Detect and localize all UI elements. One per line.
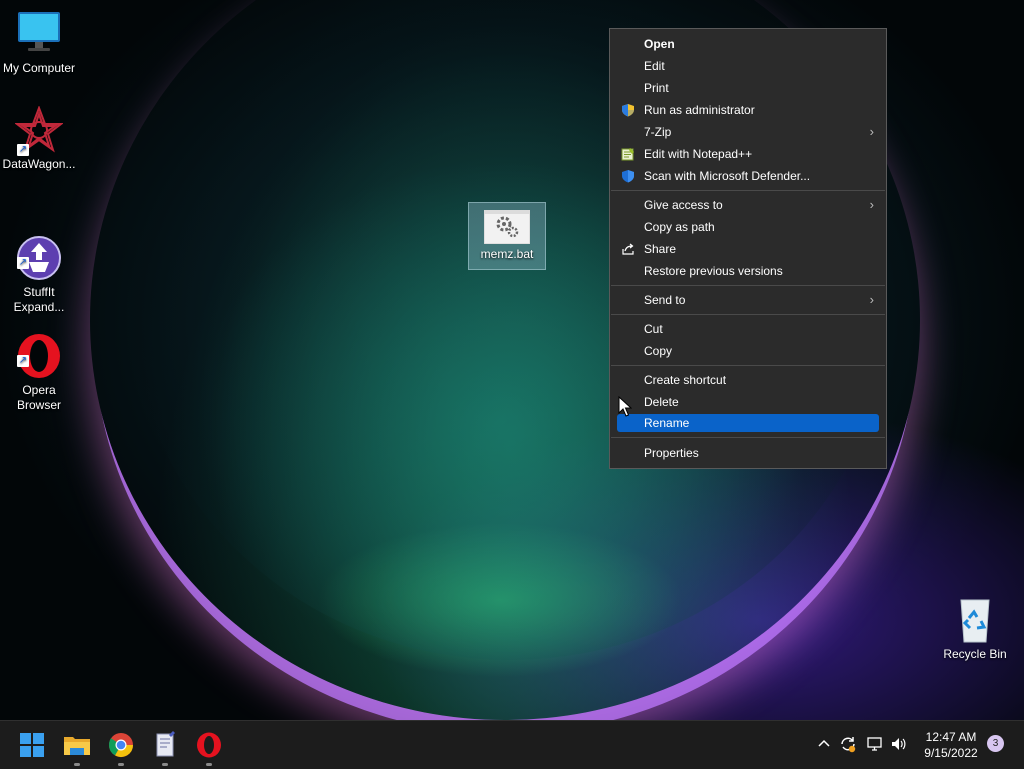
desktop-icon-label: Opera Browser (16, 383, 61, 412)
menu-item-scan-defender[interactable]: Scan with Microsoft Defender... (617, 166, 879, 186)
stuffit-expander-icon: ↗ (15, 219, 63, 280)
desktop-icon-my-computer[interactable]: My Computer (0, 10, 78, 76)
menu-item-label: Create shortcut (644, 373, 727, 387)
notepad-plus-plus-icon (621, 147, 635, 161)
menu-item-print[interactable]: Print (617, 78, 879, 98)
menu-item-label: Properties (644, 446, 699, 460)
volume-icon[interactable] (890, 735, 908, 753)
sync-update-icon[interactable] (839, 735, 857, 753)
menu-separator (611, 190, 885, 191)
menu-item-edit[interactable]: Edit (617, 56, 879, 76)
opera-icon[interactable] (193, 729, 225, 761)
recycle-bin-icon (951, 596, 999, 644)
desktop-icon-label: Recycle Bin (943, 647, 1007, 661)
network-ethernet-icon[interactable] (866, 735, 884, 753)
menu-item-rename[interactable]: Rename (617, 414, 879, 432)
menu-item-label: Rename (644, 416, 690, 430)
opera-icon: ↗ (15, 317, 63, 378)
windows-start-icon[interactable] (16, 729, 48, 761)
menu-separator (611, 365, 885, 366)
menu-item-delete[interactable]: Delete (617, 392, 879, 412)
notepad-app-icon[interactable] (149, 729, 181, 761)
menu-separator (611, 314, 885, 315)
menu-item-label: Restore previous versions (644, 264, 783, 278)
menu-item-label: Copy (644, 344, 673, 358)
menu-separator (611, 437, 885, 438)
mouse-cursor-icon (618, 395, 633, 418)
chevron-up-icon[interactable] (815, 735, 833, 753)
menu-item-share[interactable]: Share (617, 239, 879, 259)
menu-item-create-shortcut[interactable]: Create shortcut (617, 370, 879, 390)
desktop-icon-opera[interactable]: ↗ Opera Browser (0, 302, 78, 428)
menu-item-label: Run as administrator (644, 103, 755, 117)
menu-item-label: Scan with Microsoft Defender... (644, 169, 811, 183)
share-icon (621, 242, 635, 256)
menu-item-edit-notepad-plus-plus[interactable]: Edit with Notepad++ (617, 144, 879, 164)
menu-item-label: Give access to (644, 198, 723, 212)
desktop-icon-recycle-bin[interactable]: Recycle Bin (936, 596, 1014, 662)
defender-shield-icon (621, 169, 635, 183)
menu-item-label: Edit (644, 59, 665, 73)
clock-time: 12:47 AM (925, 730, 977, 744)
chrome-icon[interactable] (105, 729, 137, 761)
menu-item-restore-previous-versions[interactable]: Restore previous versions (617, 261, 879, 281)
batch-file-gear-icon (483, 209, 531, 245)
menu-item-copy[interactable]: Copy (617, 341, 879, 361)
menu-item-7zip[interactable]: 7-Zip › (617, 122, 879, 142)
menu-item-label: 7-Zip (644, 125, 672, 139)
submenu-arrow-icon: › (869, 197, 874, 212)
menu-item-copy-as-path[interactable]: Copy as path (617, 217, 879, 237)
menu-item-open[interactable]: Open (617, 34, 879, 54)
shortcut-arrow-icon: ↗ (17, 144, 29, 156)
clock-date: 9/15/2022 (924, 746, 978, 760)
menu-item-label: Send to (644, 293, 686, 307)
menu-item-label: Print (644, 81, 669, 95)
menu-item-properties[interactable]: Properties (617, 443, 879, 463)
desktop-file-memz-bat[interactable]: memz.bat (468, 202, 546, 270)
datawagon-star-icon: ↗ (14, 105, 64, 156)
menu-item-label: Copy as path (644, 220, 715, 234)
menu-item-send-to[interactable]: Send to › (617, 290, 879, 310)
app-running-indicator (162, 763, 168, 766)
system-clock[interactable]: 12:47 AM 9/15/2022 (915, 729, 987, 761)
desktop-icon-label: My Computer (2, 61, 76, 75)
monitor-icon (15, 10, 63, 58)
shortcut-arrow-icon: ↗ (17, 355, 29, 367)
menu-item-label: Share (644, 242, 677, 256)
app-running-indicator (74, 763, 80, 766)
desktop-icon-datawagon[interactable]: ↗ DataWagon... (0, 105, 78, 172)
menu-item-give-access[interactable]: Give access to › (617, 195, 879, 215)
submenu-arrow-icon: › (869, 292, 874, 307)
menu-item-label: Open (644, 37, 675, 51)
taskbar: 12:47 AM 9/15/2022 (0, 720, 1024, 769)
app-running-indicator (206, 763, 212, 766)
menu-item-label: Delete (644, 395, 679, 409)
context-menu: Open Edit Print Run as administrator 7-Z… (609, 28, 887, 469)
menu-item-label: Edit with Notepad++ (644, 147, 753, 161)
desktop-icon-label: DataWagon... (2, 157, 76, 171)
menu-item-label: Cut (644, 322, 663, 336)
submenu-arrow-icon: › (869, 124, 874, 139)
menu-separator (611, 285, 885, 286)
file-explorer-icon[interactable] (61, 729, 93, 761)
uac-shield-icon (621, 103, 635, 117)
notification-count-badge[interactable]: 3 (987, 735, 1004, 752)
menu-item-run-as-admin[interactable]: Run as administrator (617, 100, 879, 120)
app-running-indicator (118, 763, 124, 766)
file-label: memz.bat (480, 247, 534, 261)
shortcut-arrow-icon: ↗ (17, 257, 29, 269)
menu-item-cut[interactable]: Cut (617, 319, 879, 339)
